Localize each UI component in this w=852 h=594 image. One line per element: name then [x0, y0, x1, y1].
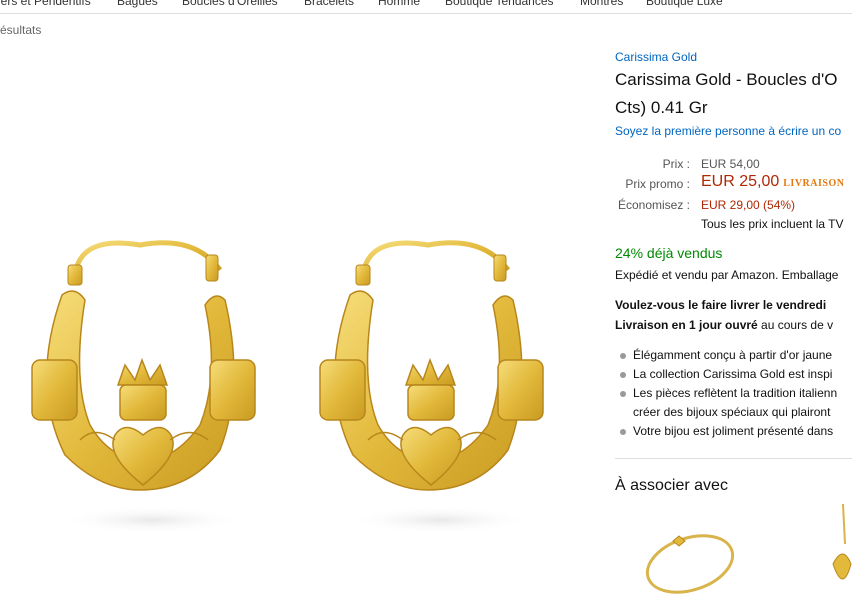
promo-price-label: Prix promo : — [625, 177, 690, 191]
earrings-illustration — [31, 240, 544, 534]
promo-price: EUR 25,00 — [701, 173, 780, 190]
product-title: Carissima Gold - Boucles d'O — [615, 70, 838, 89]
product-image[interactable] — [0, 40, 600, 594]
bullet-text: Les pièces reflètent la tradition italie… — [633, 386, 838, 400]
product-details: Carissima Gold Carissima Gold - Boucles … — [615, 48, 852, 594]
free-delivery-badge[interactable]: LIVRAISON — [783, 178, 844, 189]
sold-percentage: 24% déjà vendus — [615, 245, 723, 261]
savings-value: EUR 29,00 (54%) — [701, 198, 796, 212]
nav-item-watches[interactable]: Montres — [580, 0, 623, 8]
bangle-thumbnail[interactable] — [643, 526, 738, 594]
nav-item-trends[interactable]: Boutique Tendances — [445, 0, 554, 8]
product-title-cont: Cts) 0.41 Gr — [615, 98, 708, 117]
nav-item-luxury[interactable]: Boutique Luxe — [646, 0, 723, 8]
delivery-question: Voulez-vous le faire livrer le vendredi — [615, 298, 827, 312]
nav-item-men[interactable]: Homme — [378, 0, 420, 8]
bullet-text: La collection Carissima Gold est inspi — [633, 367, 833, 381]
delivery-emphasis: Livraison en 1 jour ouvré — [615, 318, 758, 332]
bullet-item: Les pièces reflètent la tradition italie… — [619, 384, 837, 403]
bullet-item: Élégamment conçu à partir d'or jaune — [619, 346, 837, 365]
section-divider — [615, 458, 852, 459]
savings-label: Économisez : — [617, 198, 690, 212]
bullet-text: Élégamment conçu à partir d'or jaune — [633, 348, 833, 362]
bullet-item: Votre bijou est joliment présenté dans — [619, 422, 837, 441]
bullet-text: créer des bijoux spéciaux qui plairont — [633, 405, 831, 419]
top-category-nav: iers et Pendentifs Bagues Boucles d'Orei… — [0, 0, 852, 14]
bullet-item-continued: créer des bijoux spéciaux qui plairont — [619, 403, 837, 422]
bullet-icon — [620, 372, 626, 378]
price-label: Prix : — [662, 157, 690, 171]
pendant-thumbnail[interactable] — [823, 504, 852, 594]
associate-heading: À associer avec — [615, 477, 728, 494]
nav-item-rings[interactable]: Bagues — [117, 0, 158, 8]
bullet-icon — [620, 353, 626, 359]
delivery-rest: au cours de v — [757, 318, 834, 332]
nav-item-earrings[interactable]: Boucles d'Oreilles — [182, 0, 278, 8]
promo-price-row: EUR 25,00 LIVRAISON — [701, 173, 844, 191]
left-earring — [31, 240, 256, 534]
brand-link[interactable]: Carissima Gold — [615, 50, 697, 64]
bullet-text: Votre bijou est joliment présenté dans — [633, 424, 834, 438]
tax-note: Tous les prix incluent la TV — [701, 217, 844, 231]
shipped-by: Expédié et vendu par Amazon. Emballage — [615, 268, 839, 282]
results-breadcrumb[interactable]: ésultats — [0, 23, 41, 37]
bullet-item: La collection Carissima Gold est inspi — [619, 365, 837, 384]
bullet-icon — [620, 391, 626, 397]
feature-bullets: Élégamment conçu à partir d'or jaune La … — [619, 346, 837, 441]
write-review-link[interactable]: Soyez la première personne à écrire un c… — [615, 124, 841, 138]
right-earring — [319, 240, 544, 534]
nav-item-bracelets[interactable]: Bracelets — [304, 0, 354, 8]
delivery-info: Livraison en 1 jour ouvré au cours de v — [615, 318, 833, 332]
nav-item-jewelry-pendants[interactable]: iers et Pendentifs — [0, 0, 91, 8]
bullet-icon — [620, 429, 626, 435]
list-price: EUR 54,00 — [701, 157, 760, 171]
